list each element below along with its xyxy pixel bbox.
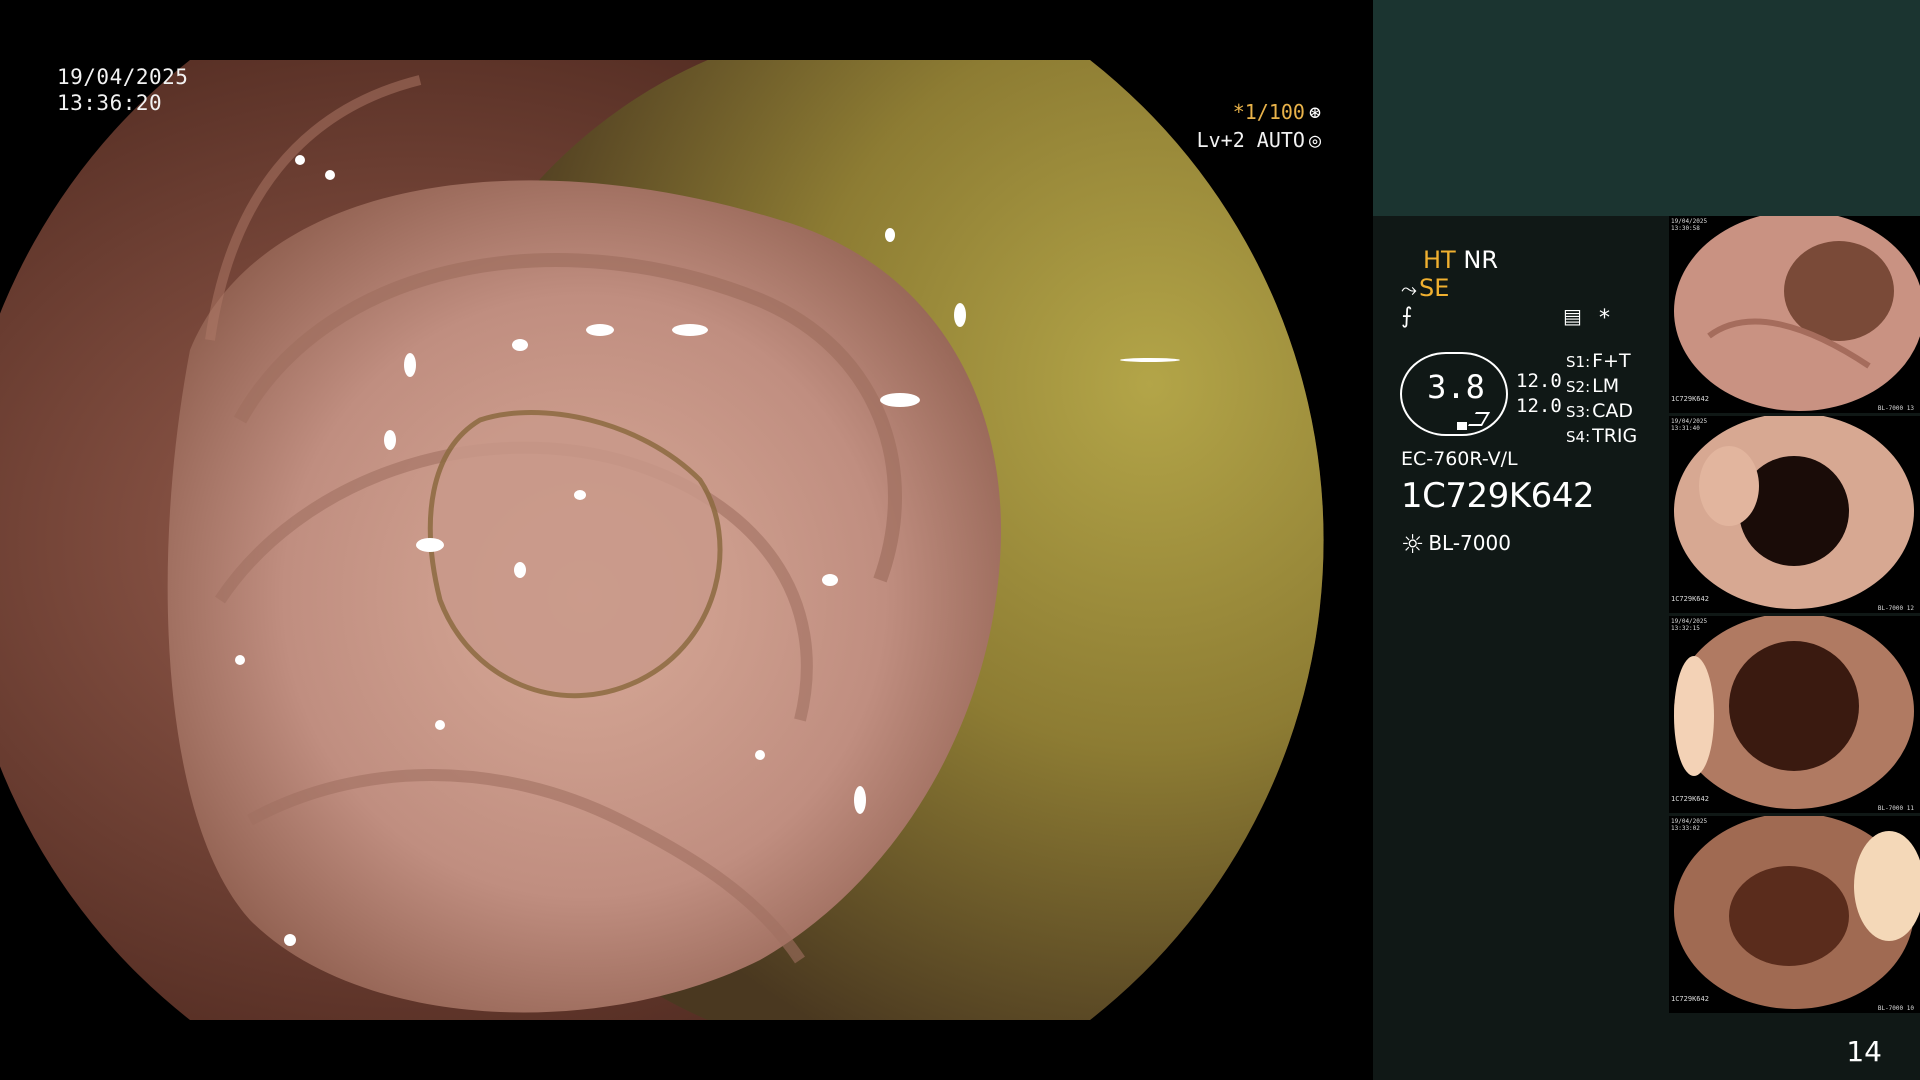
gauge: 3.8 <box>1400 352 1508 436</box>
switch-key: S3: <box>1566 403 1591 421</box>
star-indicator: * <box>1599 306 1610 331</box>
thumb-time: 13:32:15 <box>1671 625 1700 632</box>
switch-s1: S1: F+T <box>1566 350 1631 372</box>
thumbnail-serial: 1C729K642 <box>1671 795 1709 803</box>
switch-s3: S3: CAD <box>1566 400 1633 422</box>
thumb-num: 11 <box>1906 805 1914 812</box>
nr-mode: NR <box>1463 246 1498 274</box>
thumbnail-4[interactable]: 19/04/2025 13:33:02 1C729K642 BL-7000 10 <box>1669 816 1920 1013</box>
switch-key: S4: <box>1566 428 1591 446</box>
se-mode: ⤳SE <box>1401 274 1449 302</box>
datetime-overlay: 19/04/2025 13:36:20 <box>57 64 188 116</box>
iris-icon: ◎ <box>1308 128 1321 152</box>
endoscope-main-view: 19/04/2025 13:36:20 *1/100 ⊛ Lv+2 AUTO ◎ <box>0 0 1373 1080</box>
thumbnail-datetime: 19/04/2025 13:30:58 <box>1671 218 1707 232</box>
light-source: ☼ BL-7000 <box>1401 530 1511 560</box>
thumbnail-serial: 1C729K642 <box>1671 395 1709 403</box>
thumbnail-2[interactable]: 19/04/2025 13:31:40 1C729K642 BL-7000 12 <box>1669 416 1920 613</box>
thumb-num: 13 <box>1906 405 1914 412</box>
aperture-icon: ⊛ <box>1308 100 1321 124</box>
switch-value: F+T <box>1592 350 1631 372</box>
switch-key: S2: <box>1566 378 1591 396</box>
date-text: 19/04/2025 <box>57 65 189 89</box>
gauge-value: 3.8 <box>1427 368 1485 406</box>
endoscopic-image <box>0 60 1324 1020</box>
thumb-date: 19/04/2025 <box>1671 618 1708 625</box>
switch-value: TRIG <box>1592 425 1638 447</box>
shutter-indicator: *1/100 ⊛ <box>1233 100 1321 124</box>
thumbnail-image <box>1674 416 1914 609</box>
readout-2: 12.0 <box>1516 395 1562 417</box>
thumb-date: 19/04/2025 <box>1671 218 1708 225</box>
captured-thumbnails: 19/04/2025 13:30:58 1C729K642 BL-7000 13 … <box>1669 216 1920 1016</box>
menu-icon: ▤ <box>1563 304 1582 328</box>
thumb-num: 12 <box>1906 605 1914 612</box>
status-area: HT NR ⤳SE ⨍ ▤ * 3.8 12.0 12.0 S1: F+T S2:… <box>1373 216 1673 1080</box>
thumb-foot: BL-7000 <box>1877 805 1904 812</box>
scope-model: EC-760R-V/L <box>1401 448 1518 470</box>
gauge-pointer-icon <box>1467 412 1491 426</box>
shutter-text: *1/100 <box>1232 100 1305 124</box>
scope-serial: 1C729K642 <box>1401 476 1594 516</box>
thumbnail-datetime: 19/04/2025 13:33:02 <box>1671 818 1707 832</box>
thumbnail-1[interactable]: 19/04/2025 13:30:58 1C729K642 BL-7000 13 <box>1669 216 1920 413</box>
side-panel-header <box>1373 0 1920 216</box>
thumb-num: 10 <box>1906 1005 1914 1012</box>
lamp-icon: ☼ <box>1401 530 1425 560</box>
time-text: 13:36:20 <box>57 91 163 115</box>
filter-icon: ⨍ <box>1401 304 1413 329</box>
thumb-foot: BL-7000 <box>1877 405 1904 412</box>
image-counter: 14 <box>1846 1035 1882 1068</box>
light-source-label: BL-7000 <box>1428 531 1511 555</box>
se-label: SE <box>1419 274 1450 302</box>
thumbnail-datetime: 19/04/2025 13:32:15 <box>1671 618 1707 632</box>
switch-s2: S2: LM <box>1566 375 1619 397</box>
thumb-date: 19/04/2025 <box>1671 418 1708 425</box>
switch-value: LM <box>1592 375 1620 397</box>
thumbnail-serial: 1C729K642 <box>1671 595 1709 603</box>
switch-key: S1: <box>1566 353 1591 371</box>
thumbnail-datetime: 19/04/2025 13:31:40 <box>1671 418 1707 432</box>
processing-modes: HT NR <box>1423 246 1498 274</box>
thumbnail-3[interactable]: 19/04/2025 13:32:15 1C729K642 BL-7000 11 <box>1669 616 1920 813</box>
thumb-date: 19/04/2025 <box>1671 818 1708 825</box>
thumbnail-footer: BL-7000 13 <box>1878 405 1914 412</box>
level-text: Lv+2 AUTO <box>1196 128 1305 152</box>
thumbnail-image <box>1674 216 1920 411</box>
exposure-level: Lv+2 AUTO ◎ <box>1197 128 1321 152</box>
thumbnail-footer: BL-7000 12 <box>1878 605 1914 612</box>
gauge-marker <box>1457 422 1467 430</box>
thumb-time: 13:33:02 <box>1671 825 1700 832</box>
switch-value: CAD <box>1592 400 1634 422</box>
thumbnail-image <box>1674 816 1920 1009</box>
thumb-foot: BL-7000 <box>1877 605 1904 612</box>
thumbnail-footer: BL-7000 11 <box>1878 805 1914 812</box>
ht-mode: HT <box>1423 246 1456 274</box>
thumb-foot: BL-7000 <box>1877 1005 1904 1012</box>
thumb-time: 13:31:40 <box>1671 425 1700 432</box>
thumbnail-serial: 1C729K642 <box>1671 995 1709 1003</box>
enhance-icon: ⤳ <box>1401 277 1417 301</box>
thumb-time: 13:30:58 <box>1671 225 1700 232</box>
switch-s4: S4: TRIG <box>1566 425 1637 447</box>
thumbnail-image <box>1674 616 1914 809</box>
thumbnail-footer: BL-7000 10 <box>1878 1005 1914 1012</box>
readout-1: 12.0 <box>1516 370 1562 392</box>
